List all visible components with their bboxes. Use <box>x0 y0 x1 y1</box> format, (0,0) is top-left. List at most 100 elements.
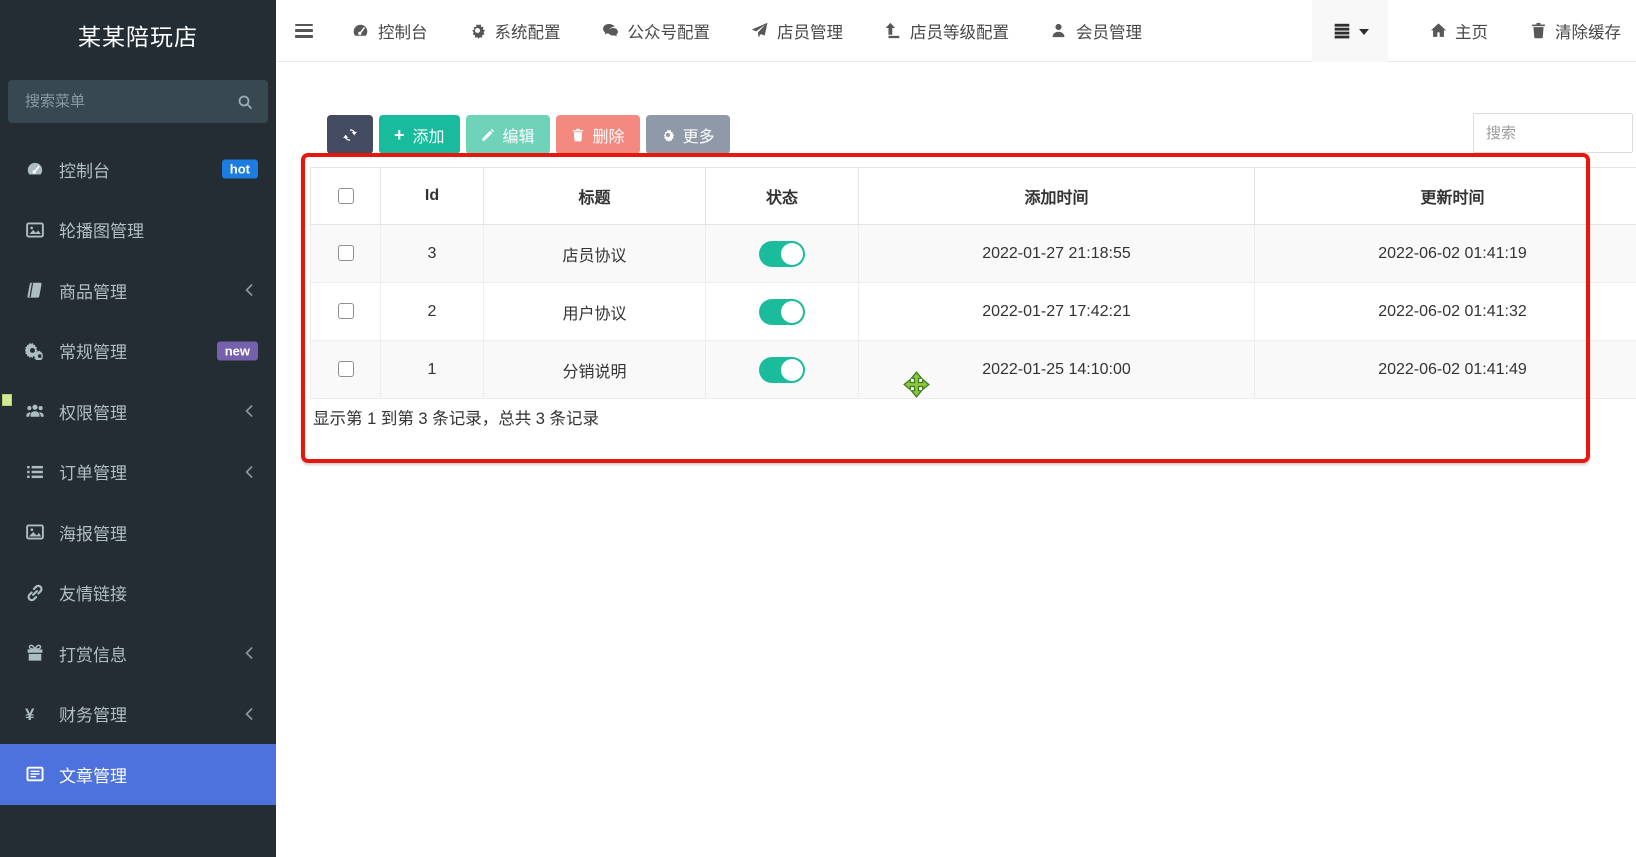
sidebar-item-finance[interactable]: ¥ 财务管理 <box>0 684 276 745</box>
home-label: 主页 <box>1455 19 1488 43</box>
delete-button[interactable]: 删除 <box>556 115 640 154</box>
header-status: 状态 <box>706 168 859 225</box>
row-status-cell <box>706 225 859 283</box>
page: { "sidebar": { "title": "某某陪玩店", "search… <box>0 0 1636 857</box>
header-select-all <box>311 168 381 225</box>
list-menu-icon <box>1332 22 1352 40</box>
home-icon <box>1430 22 1447 39</box>
levelup-icon <box>884 22 901 39</box>
sidebar-menu: 控制台hot轮播图管理商品管理常规管理 new 权限管理订单管理海报管理友情链接打赏… <box>0 139 276 805</box>
top-nav-right: 主页 清除缓存 <box>1312 0 1636 61</box>
pencil-icon <box>481 128 495 142</box>
top-nav-item-member[interactable]: 会员管理 <box>1050 19 1142 43</box>
row-updated: 2022-06-02 01:41:49 <box>1255 341 1636 399</box>
sidebar-item-article[interactable]: 文章管理 <box>0 744 276 805</box>
caret-down-icon <box>1359 29 1369 35</box>
picture-icon <box>25 523 45 541</box>
table-header-row: Id 标题 状态 添加时间 更新时间 <box>311 168 1636 225</box>
gear-icon <box>661 128 675 142</box>
table-row: 1分销说明2022-01-25 14:10:002022-06-02 01:41… <box>311 341 1636 399</box>
sidebar-item-carousel[interactable]: 轮播图管理 <box>0 200 276 261</box>
row-title: 用户协议 <box>484 283 706 341</box>
top-navbar: 控制台 系统配置 公众号配置 店员管理 店员等级配置 会员管理 主页 清除缓存 <box>276 0 1636 62</box>
wechat-icon <box>602 22 619 39</box>
chevron-left-icon <box>245 284 253 296</box>
clear-cache-link[interactable]: 清除缓存 <box>1530 19 1621 43</box>
sidebar-search-input[interactable] <box>23 92 237 111</box>
sidebar-item-label: 订单管理 <box>59 459 127 484</box>
sidebar-item-general[interactable]: 常规管理 new <box>0 321 276 382</box>
sidebar-item-label: 打赏信息 <box>59 641 127 666</box>
row-select-cell <box>311 225 381 283</box>
chevron-left-icon <box>245 647 253 659</box>
top-nav-item-dashboard[interactable]: 控制台 <box>352 19 428 43</box>
top-nav-item-system-config[interactable]: 系统配置 <box>469 19 561 43</box>
image-icon <box>25 221 45 239</box>
row-title: 分销说明 <box>484 341 706 399</box>
top-nav-item-wechat-config[interactable]: 公众号配置 <box>602 19 711 43</box>
row-status-cell <box>706 341 859 399</box>
sidebar-toggle-icon[interactable] <box>295 24 313 38</box>
chevron-left-icon <box>245 405 253 417</box>
chevron-left-icon <box>245 466 253 478</box>
sidebar-item-label: 常规管理 <box>59 338 127 363</box>
refresh-button[interactable] <box>327 115 373 154</box>
sidebar-item-reward[interactable]: 打赏信息 <box>0 623 276 684</box>
row-status-cell <box>706 283 859 341</box>
new-badge: new <box>217 341 258 360</box>
row-checkbox[interactable] <box>338 303 354 319</box>
row-select-cell <box>311 283 381 341</box>
menu-dropdown-button[interactable] <box>1312 0 1388 62</box>
select-all-checkbox[interactable] <box>338 188 354 204</box>
trash-icon <box>571 128 585 142</box>
edit-label: 编辑 <box>503 123 535 147</box>
status-toggle-on[interactable] <box>759 357 805 383</box>
gear-icon <box>469 22 486 39</box>
row-updated: 2022-06-02 01:41:19 <box>1255 225 1636 283</box>
table-body: 3店员协议2022-01-27 21:18:552022-06-02 01:41… <box>311 225 1636 399</box>
top-nav-item-staff-level[interactable]: 店员等级配置 <box>884 19 1009 43</box>
row-checkbox[interactable] <box>338 361 354 377</box>
status-toggle-on[interactable] <box>759 241 805 267</box>
gift-icon <box>25 644 45 662</box>
row-checkbox[interactable] <box>338 245 354 261</box>
row-created: 2022-01-27 17:42:21 <box>859 283 1255 341</box>
sidebar-search <box>8 80 268 123</box>
refresh-icon <box>342 127 358 143</box>
sidebar-item-label: 财务管理 <box>59 701 127 726</box>
sidebar-item-goods[interactable]: 商品管理 <box>0 260 276 321</box>
sidebar-item-links[interactable]: 友情链接 <box>0 563 276 624</box>
top-nav-item-staff[interactable]: 店员管理 <box>751 19 843 43</box>
book-icon <box>25 281 45 299</box>
table-toolbar: + 添加 编辑 删除 更多 <box>327 115 730 154</box>
sidebar-item-orders[interactable]: 订单管理 <box>0 442 276 503</box>
delete-label: 删除 <box>593 123 625 147</box>
search-icon <box>237 94 253 110</box>
add-button[interactable]: + 添加 <box>379 115 460 154</box>
list-icon <box>25 463 45 481</box>
gears-icon <box>25 342 45 360</box>
clear-cache-label: 清除缓存 <box>1555 19 1621 43</box>
link-icon <box>25 584 45 602</box>
edit-button[interactable]: 编辑 <box>466 115 550 154</box>
users-icon <box>25 402 45 420</box>
sidebar-item-dashboard[interactable]: 控制台hot <box>0 139 276 200</box>
more-label: 更多 <box>683 123 715 147</box>
yen-icon: ¥ <box>25 705 45 723</box>
more-button[interactable]: 更多 <box>646 115 730 154</box>
sidebar-item-poster[interactable]: 海报管理 <box>0 502 276 563</box>
top-nav-item-label: 店员等级配置 <box>910 19 1009 43</box>
status-toggle-on[interactable] <box>759 299 805 325</box>
table-row: 2用户协议2022-01-27 17:42:212022-06-02 01:41… <box>311 283 1636 341</box>
add-label: 添加 <box>413 123 445 147</box>
table-search-input[interactable] <box>1473 113 1633 153</box>
home-link[interactable]: 主页 <box>1430 19 1488 43</box>
pagination-summary: 显示第 1 到第 3 条记录，总共 3 条记录 <box>313 405 599 429</box>
plus-icon: + <box>394 126 405 144</box>
row-updated: 2022-06-02 01:41:32 <box>1255 283 1636 341</box>
row-title: 店员协议 <box>484 225 706 283</box>
user-icon <box>1050 22 1067 39</box>
sidebar-item-label: 商品管理 <box>59 278 127 303</box>
sidebar-item-permission[interactable]: 权限管理 <box>0 381 276 442</box>
row-created: 2022-01-25 14:10:00 <box>859 341 1255 399</box>
